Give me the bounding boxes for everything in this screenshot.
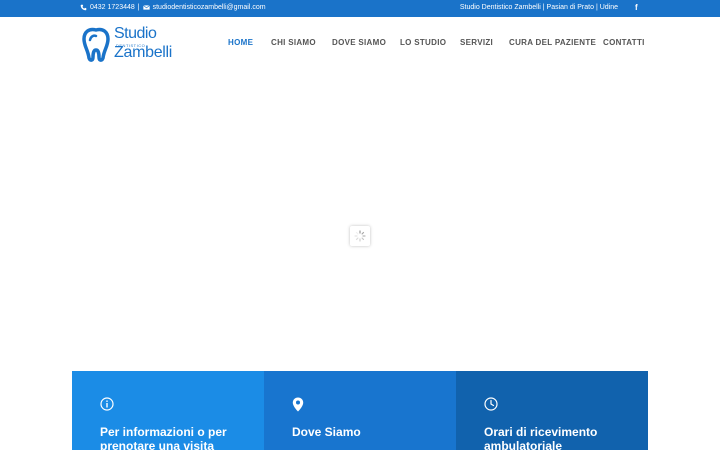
main-nav: HOME CHI SIAMO DOVE SIAMO LO STUDIO SERV…: [0, 38, 720, 50]
nav-contatti[interactable]: CONTATTI: [603, 38, 645, 47]
info-boxes: Per informazioni o per prenotare una vis…: [72, 371, 648, 453]
info-box-contact-title: Per informazioni o per prenotare una vis…: [100, 425, 227, 453]
nav-lo-studio[interactable]: LO STUDIO: [400, 38, 446, 47]
info-box-hours[interactable]: Orari di ricevimento ambulatoriale: [456, 371, 648, 453]
info-box-hours-title: Orari di ricevimento ambulatoriale: [484, 425, 598, 453]
loading-spinner: [350, 226, 370, 246]
clock-icon: [484, 397, 498, 411]
envelope-icon: [142, 5, 150, 10]
info-box-contact[interactable]: Per informazioni o per prenotare una vis…: [72, 371, 264, 453]
top-bar-separator: |: [137, 4, 140, 11]
info-box-location-title: Dove Siamo: [292, 425, 361, 439]
nav-home[interactable]: HOME: [228, 38, 253, 47]
nav-servizi[interactable]: SERVIZI: [460, 38, 493, 47]
top-bar-location: Studio Dentistico Zambelli | Pasian di P…: [459, 4, 618, 11]
spinner-icon: [354, 230, 366, 242]
email-link[interactable]: studiodentisticozambelli@gmail.com: [153, 4, 266, 11]
info-box-location[interactable]: Dove Siamo: [264, 371, 456, 450]
info-icon: [100, 397, 114, 411]
phone-icon: [80, 4, 87, 11]
map-pin-icon: [292, 397, 304, 412]
top-bar-contacts: 0432 1723448 | studiodentisticozambelli@…: [80, 4, 266, 11]
hero-slider: [0, 69, 720, 371]
facebook-icon[interactable]: f: [635, 3, 638, 12]
phone-number[interactable]: 0432 1723448: [90, 4, 135, 11]
nav-chi-siamo[interactable]: CHI SIAMO: [271, 38, 316, 47]
site-header: Studio DENTISTICO Zambelli HOME CHI SIAM…: [0, 17, 720, 69]
nav-cura-del-paziente[interactable]: CURA DEL PAZIENTE: [509, 38, 596, 47]
top-bar: 0432 1723448 | studiodentisticozambelli@…: [0, 0, 720, 17]
nav-dove-siamo[interactable]: DOVE SIAMO: [332, 38, 386, 47]
